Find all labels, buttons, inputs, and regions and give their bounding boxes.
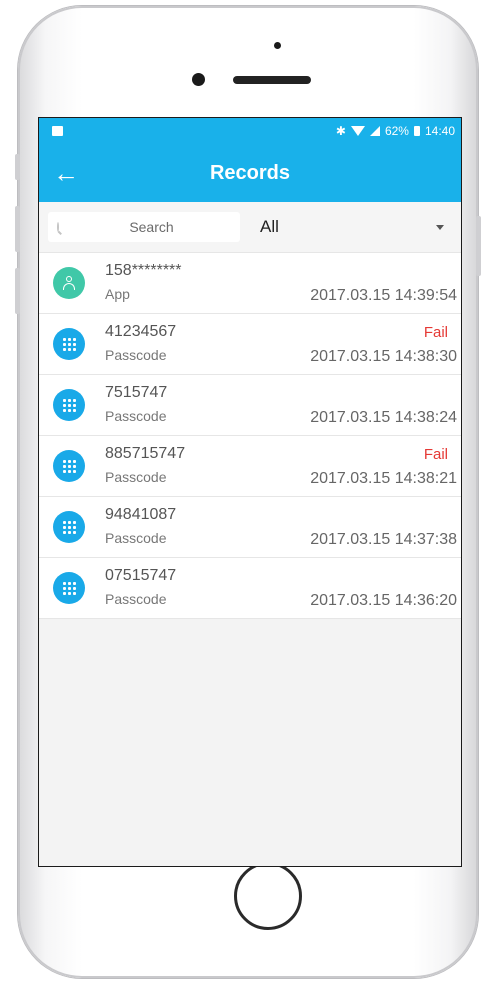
record-time: 2017.03.15 14:39:54 — [310, 287, 457, 304]
list-item[interactable]: 885715747 Passcode Fail 2017.03.15 14:38… — [39, 436, 461, 497]
record-id: 94841087 — [105, 506, 177, 523]
list-item[interactable]: 94841087 Passcode 2017.03.15 14:37:38 — [39, 497, 461, 558]
record-time: 2017.03.15 14:38:24 — [310, 409, 457, 426]
volume-up-button — [15, 206, 20, 252]
record-time: 2017.03.15 14:37:38 — [310, 531, 457, 548]
battery-percent: 62% — [384, 124, 409, 138]
record-type: Passcode — [105, 530, 167, 546]
list-item[interactable]: 7515747 Passcode 2017.03.15 14:38:24 — [39, 375, 461, 436]
record-id: 7515747 — [105, 384, 168, 401]
record-type: App — [105, 286, 130, 302]
record-time: 2017.03.15 14:36:20 — [310, 592, 457, 609]
status-time: 14:40 — [424, 124, 455, 138]
record-id: 07515747 — [105, 567, 177, 584]
keypad-icon — [53, 511, 85, 543]
filter-selected-value: All — [260, 217, 279, 236]
earpiece-speaker — [233, 76, 311, 84]
keypad-icon — [53, 450, 85, 482]
page-title: Records — [209, 162, 291, 184]
app-bar: ← Records — [39, 145, 461, 202]
keypad-icon — [53, 328, 85, 360]
app-screen: ✱ 62% 14:40 ← Records All 158******** Ap… — [38, 117, 462, 867]
record-status: Fail — [423, 324, 448, 341]
record-time: 2017.03.15 14:38:21 — [310, 470, 457, 487]
status-bar: ✱ 62% 14:40 — [39, 118, 461, 145]
record-time: 2017.03.15 14:38:30 — [310, 348, 457, 365]
record-type: Passcode — [105, 408, 167, 424]
list-item[interactable]: 41234567 Passcode Fail 2017.03.15 14:38:… — [39, 314, 461, 375]
record-type: Passcode — [105, 347, 167, 363]
signal-icon — [369, 126, 380, 136]
keypad-icon — [53, 389, 85, 421]
filter-bar: All — [39, 202, 461, 253]
record-type: Passcode — [105, 469, 167, 485]
power-button — [476, 216, 481, 276]
wifi-icon — [350, 126, 365, 136]
list-item[interactable]: 07515747 Passcode 2017.03.15 14:36:20 — [39, 558, 461, 619]
record-id: 41234567 — [105, 323, 177, 340]
list-item[interactable]: 158******** App 2017.03.15 14:39:54 — [39, 253, 461, 314]
record-id: 158******** — [105, 262, 182, 279]
records-list: 158******** App 2017.03.15 14:39:54 4123… — [39, 253, 461, 619]
mute-switch — [15, 154, 20, 180]
front-camera — [192, 73, 205, 86]
proximity-sensor — [274, 42, 281, 49]
battery-icon — [413, 126, 420, 136]
record-status: Fail — [423, 446, 448, 463]
notification-icon — [52, 126, 63, 136]
search-box[interactable] — [48, 212, 244, 242]
search-icon — [57, 222, 59, 232]
search-input[interactable] — [59, 218, 244, 236]
status-indicators: ✱ 62% 14:40 — [336, 124, 455, 138]
record-type-filter[interactable]: All — [252, 212, 452, 242]
record-type: Passcode — [105, 591, 167, 607]
volume-down-button — [15, 268, 20, 314]
home-button[interactable] — [234, 862, 302, 930]
keypad-icon — [53, 572, 85, 604]
chevron-down-icon — [436, 225, 444, 230]
person-icon — [53, 267, 85, 299]
bluetooth-icon: ✱ — [335, 124, 346, 138]
record-id: 885715747 — [105, 445, 186, 462]
